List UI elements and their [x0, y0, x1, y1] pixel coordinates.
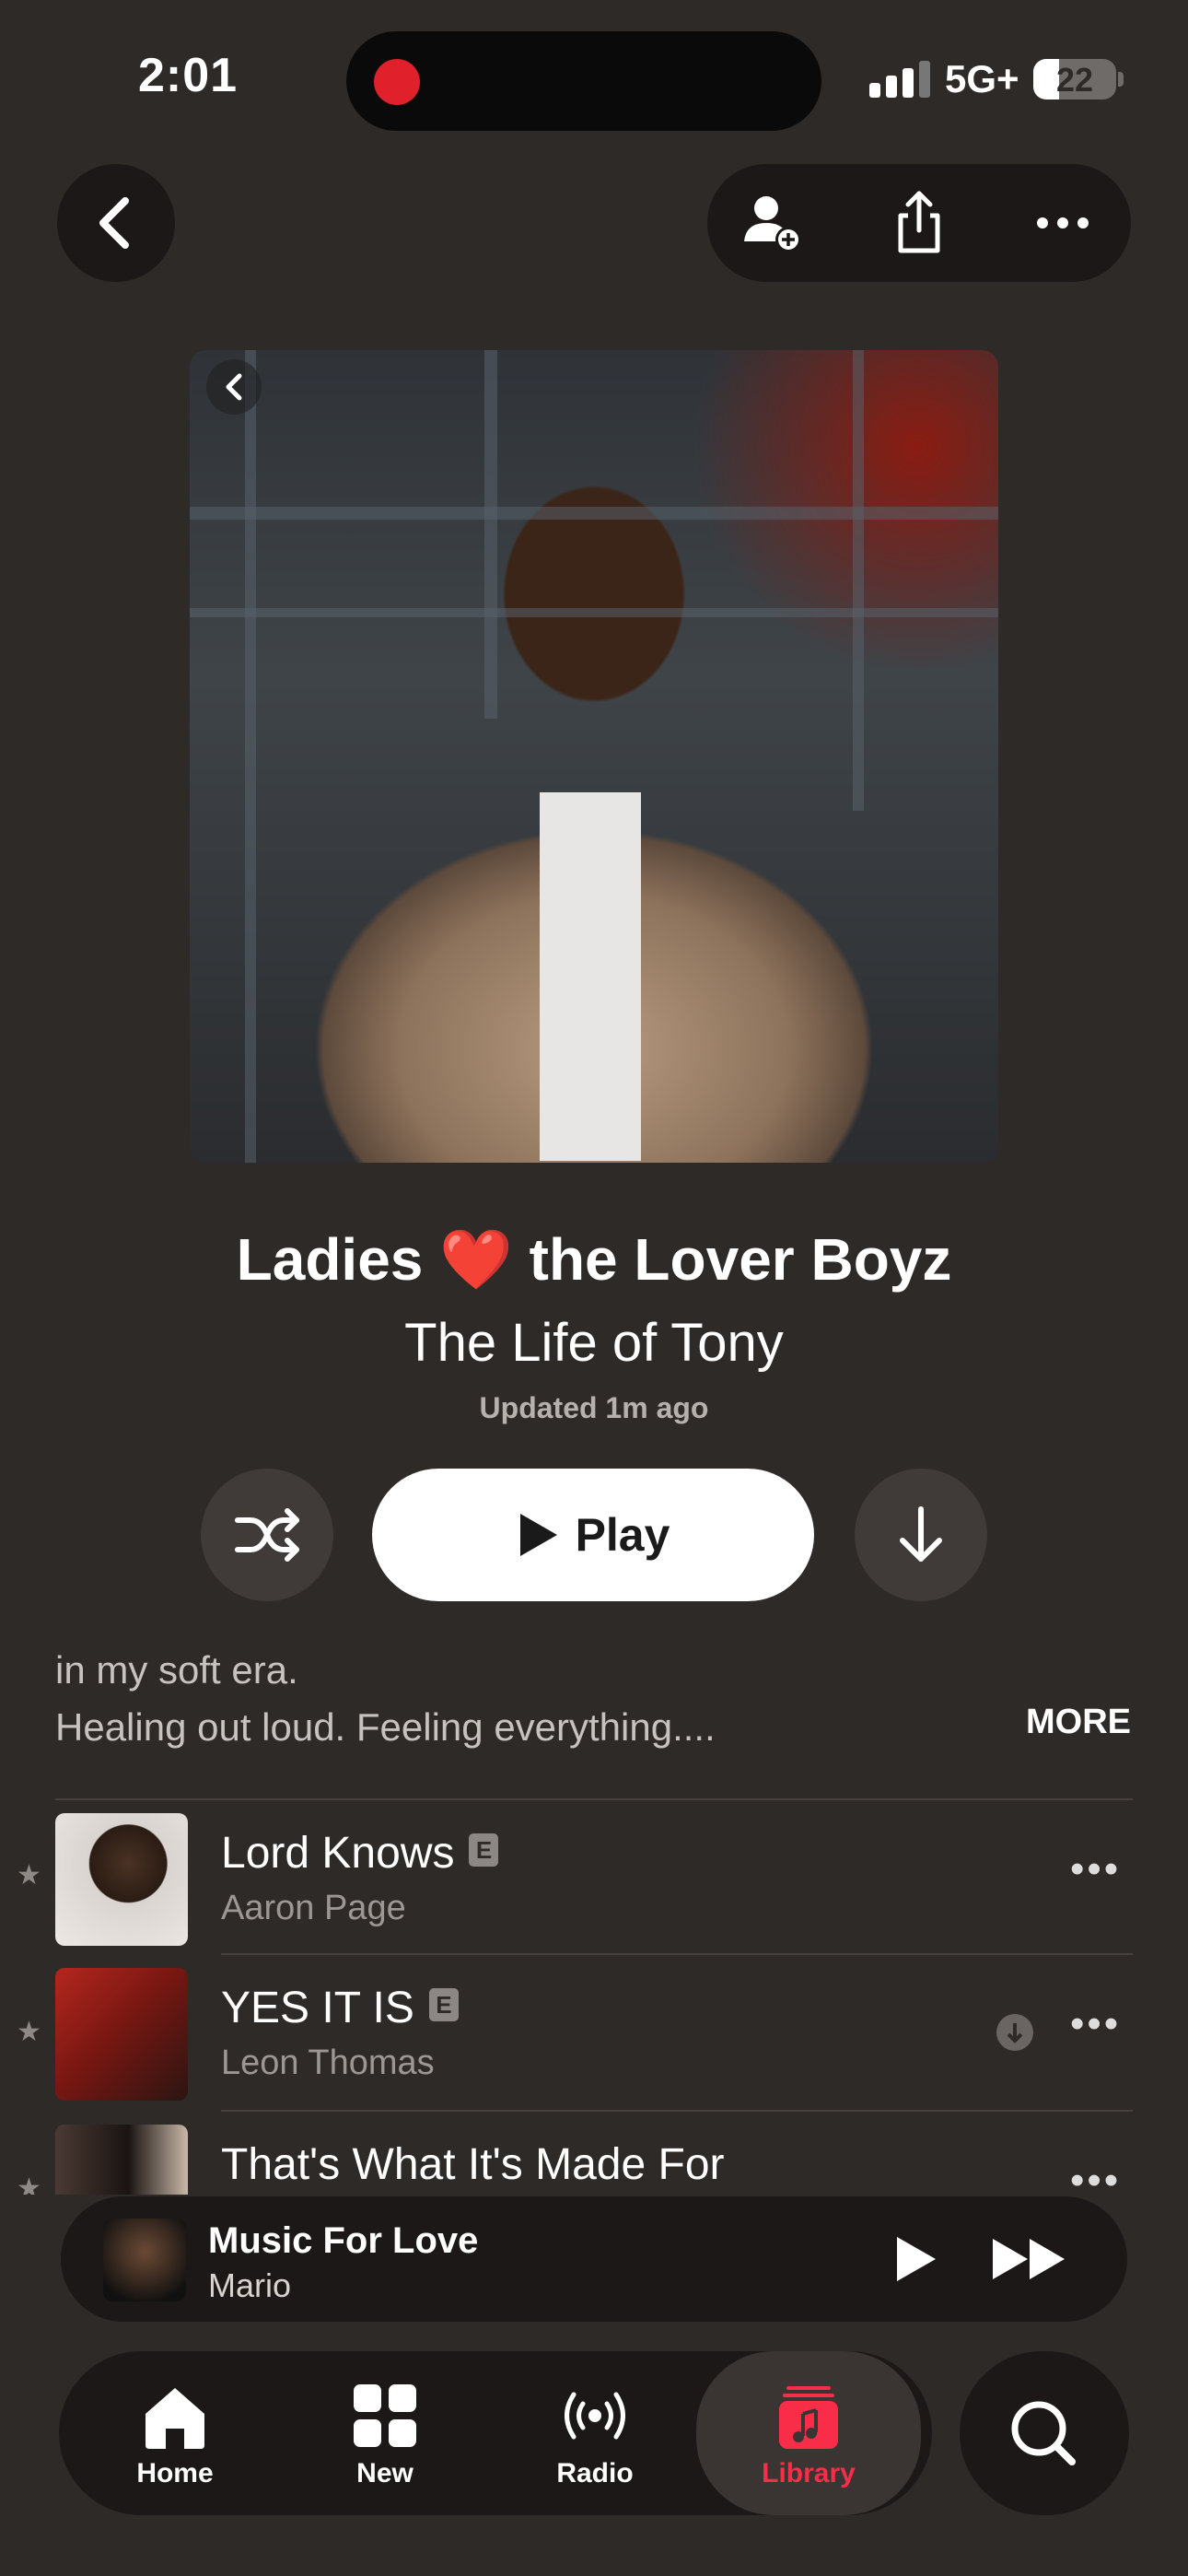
radio-icon — [565, 2392, 625, 2440]
play-icon — [519, 1514, 557, 1556]
search-button[interactable] — [960, 2351, 1129, 2515]
table-row[interactable]: ★ That's What It's Made For ••• — [0, 2112, 1188, 2195]
now-playing-artwork — [103, 2219, 186, 2301]
tab-new[interactable]: New — [284, 2351, 486, 2515]
track-list: ★ Lord Knows E Aaron Page ••• ★ YES IT IS… — [0, 1798, 1188, 2195]
downloaded-icon — [996, 2014, 1033, 2051]
favorite-star-icon: ★ — [17, 2173, 41, 2195]
play-label: Play — [575, 1509, 670, 1561]
tab-label: Home — [136, 2458, 214, 2488]
favorite-star-icon: ★ — [17, 2017, 41, 2047]
track-artwork — [55, 1813, 188, 1946]
table-row[interactable]: ★ Lord Knows E Aaron Page ••• — [0, 1798, 1188, 1953]
more-options-button[interactable] — [1026, 186, 1100, 260]
playlist-curator[interactable]: The Life of Tony — [0, 1312, 1188, 1374]
explicit-badge: E — [428, 1988, 459, 2022]
table-row[interactable]: ★ YES IT IS E Leon Thomas ••• — [0, 1955, 1188, 2110]
battery-level: 22 — [1055, 61, 1094, 99]
share-button[interactable] — [882, 186, 956, 260]
chevron-left-icon — [99, 197, 129, 249]
track-more-button[interactable]: ••• — [1070, 2158, 1121, 2195]
tab-label: Radio — [556, 2458, 634, 2488]
battery-cap — [1118, 72, 1124, 87]
playlist-actions — [707, 164, 1131, 282]
track-artwork — [55, 1968, 188, 2101]
playlist-description[interactable]: in my soft era. Healing out loud. Feelin… — [55, 1642, 716, 1756]
recording-indicator-icon — [374, 59, 420, 105]
now-playing-artist: Mario — [208, 2266, 292, 2304]
status-time: 2:01 — [138, 49, 239, 102]
track-artwork — [55, 2125, 188, 2195]
music-note-icon — [779, 2386, 838, 2449]
skip-forward-button[interactable] — [991, 2233, 1068, 2285]
more-description-button[interactable]: MORE — [1026, 1703, 1131, 1742]
track-more-button[interactable]: ••• — [1070, 1846, 1121, 1892]
now-playing-title: Music For Love — [208, 2220, 479, 2261]
shuffle-icon — [235, 1508, 299, 1562]
track-title: That's What It's Made For — [221, 2140, 725, 2189]
battery-icon: 22 — [1033, 59, 1116, 100]
mini-play-button[interactable] — [890, 2233, 941, 2285]
explicit-badge: E — [469, 1833, 499, 1868]
description-line-1: in my soft era. — [55, 1648, 298, 1692]
grid-icon — [354, 2384, 416, 2447]
home-icon — [146, 2388, 204, 2449]
playlist-artwork — [190, 350, 998, 1163]
track-more-button[interactable]: ••• — [1070, 2001, 1121, 2047]
tab-label: Library — [762, 2458, 856, 2488]
updated-label: Updated 1m ago — [479, 1391, 709, 1424]
download-button[interactable] — [855, 1469, 987, 1601]
playlist-title: Ladies ❤️ the Lover Boyz — [236, 1226, 952, 1293]
play-button[interactable]: Play — [372, 1469, 814, 1601]
track-title: Lord Knows E — [221, 1828, 499, 1879]
tab-library[interactable]: Library — [696, 2351, 921, 2515]
shuffle-button[interactable] — [201, 1469, 333, 1601]
track-artist: Leon Thomas — [221, 2043, 435, 2082]
tab-home[interactable]: Home — [74, 2351, 276, 2515]
mini-player[interactable]: Music For Love Mario — [61, 2196, 1127, 2322]
artwork-back-icon — [206, 359, 262, 415]
network-type: 5G+ — [945, 57, 1019, 100]
tab-label: New — [356, 2458, 413, 2488]
tab-bar: Home New Radio Library — [59, 2351, 932, 2515]
back-button[interactable] — [57, 164, 175, 282]
download-arrow-icon — [900, 1506, 942, 1562]
add-collaborator-button[interactable] — [735, 186, 809, 260]
track-artist: Aaron Page — [221, 1889, 406, 1927]
track-title: YES IT IS E — [221, 1983, 459, 2033]
dynamic-island — [346, 31, 821, 131]
description-line-2: Healing out loud. Feeling everything.... — [55, 1705, 716, 1749]
signal-strength-icon — [869, 61, 932, 98]
search-icon — [1011, 2401, 1076, 2465]
favorite-star-icon: ★ — [17, 1860, 41, 1891]
tab-radio[interactable]: Radio — [494, 2351, 696, 2515]
